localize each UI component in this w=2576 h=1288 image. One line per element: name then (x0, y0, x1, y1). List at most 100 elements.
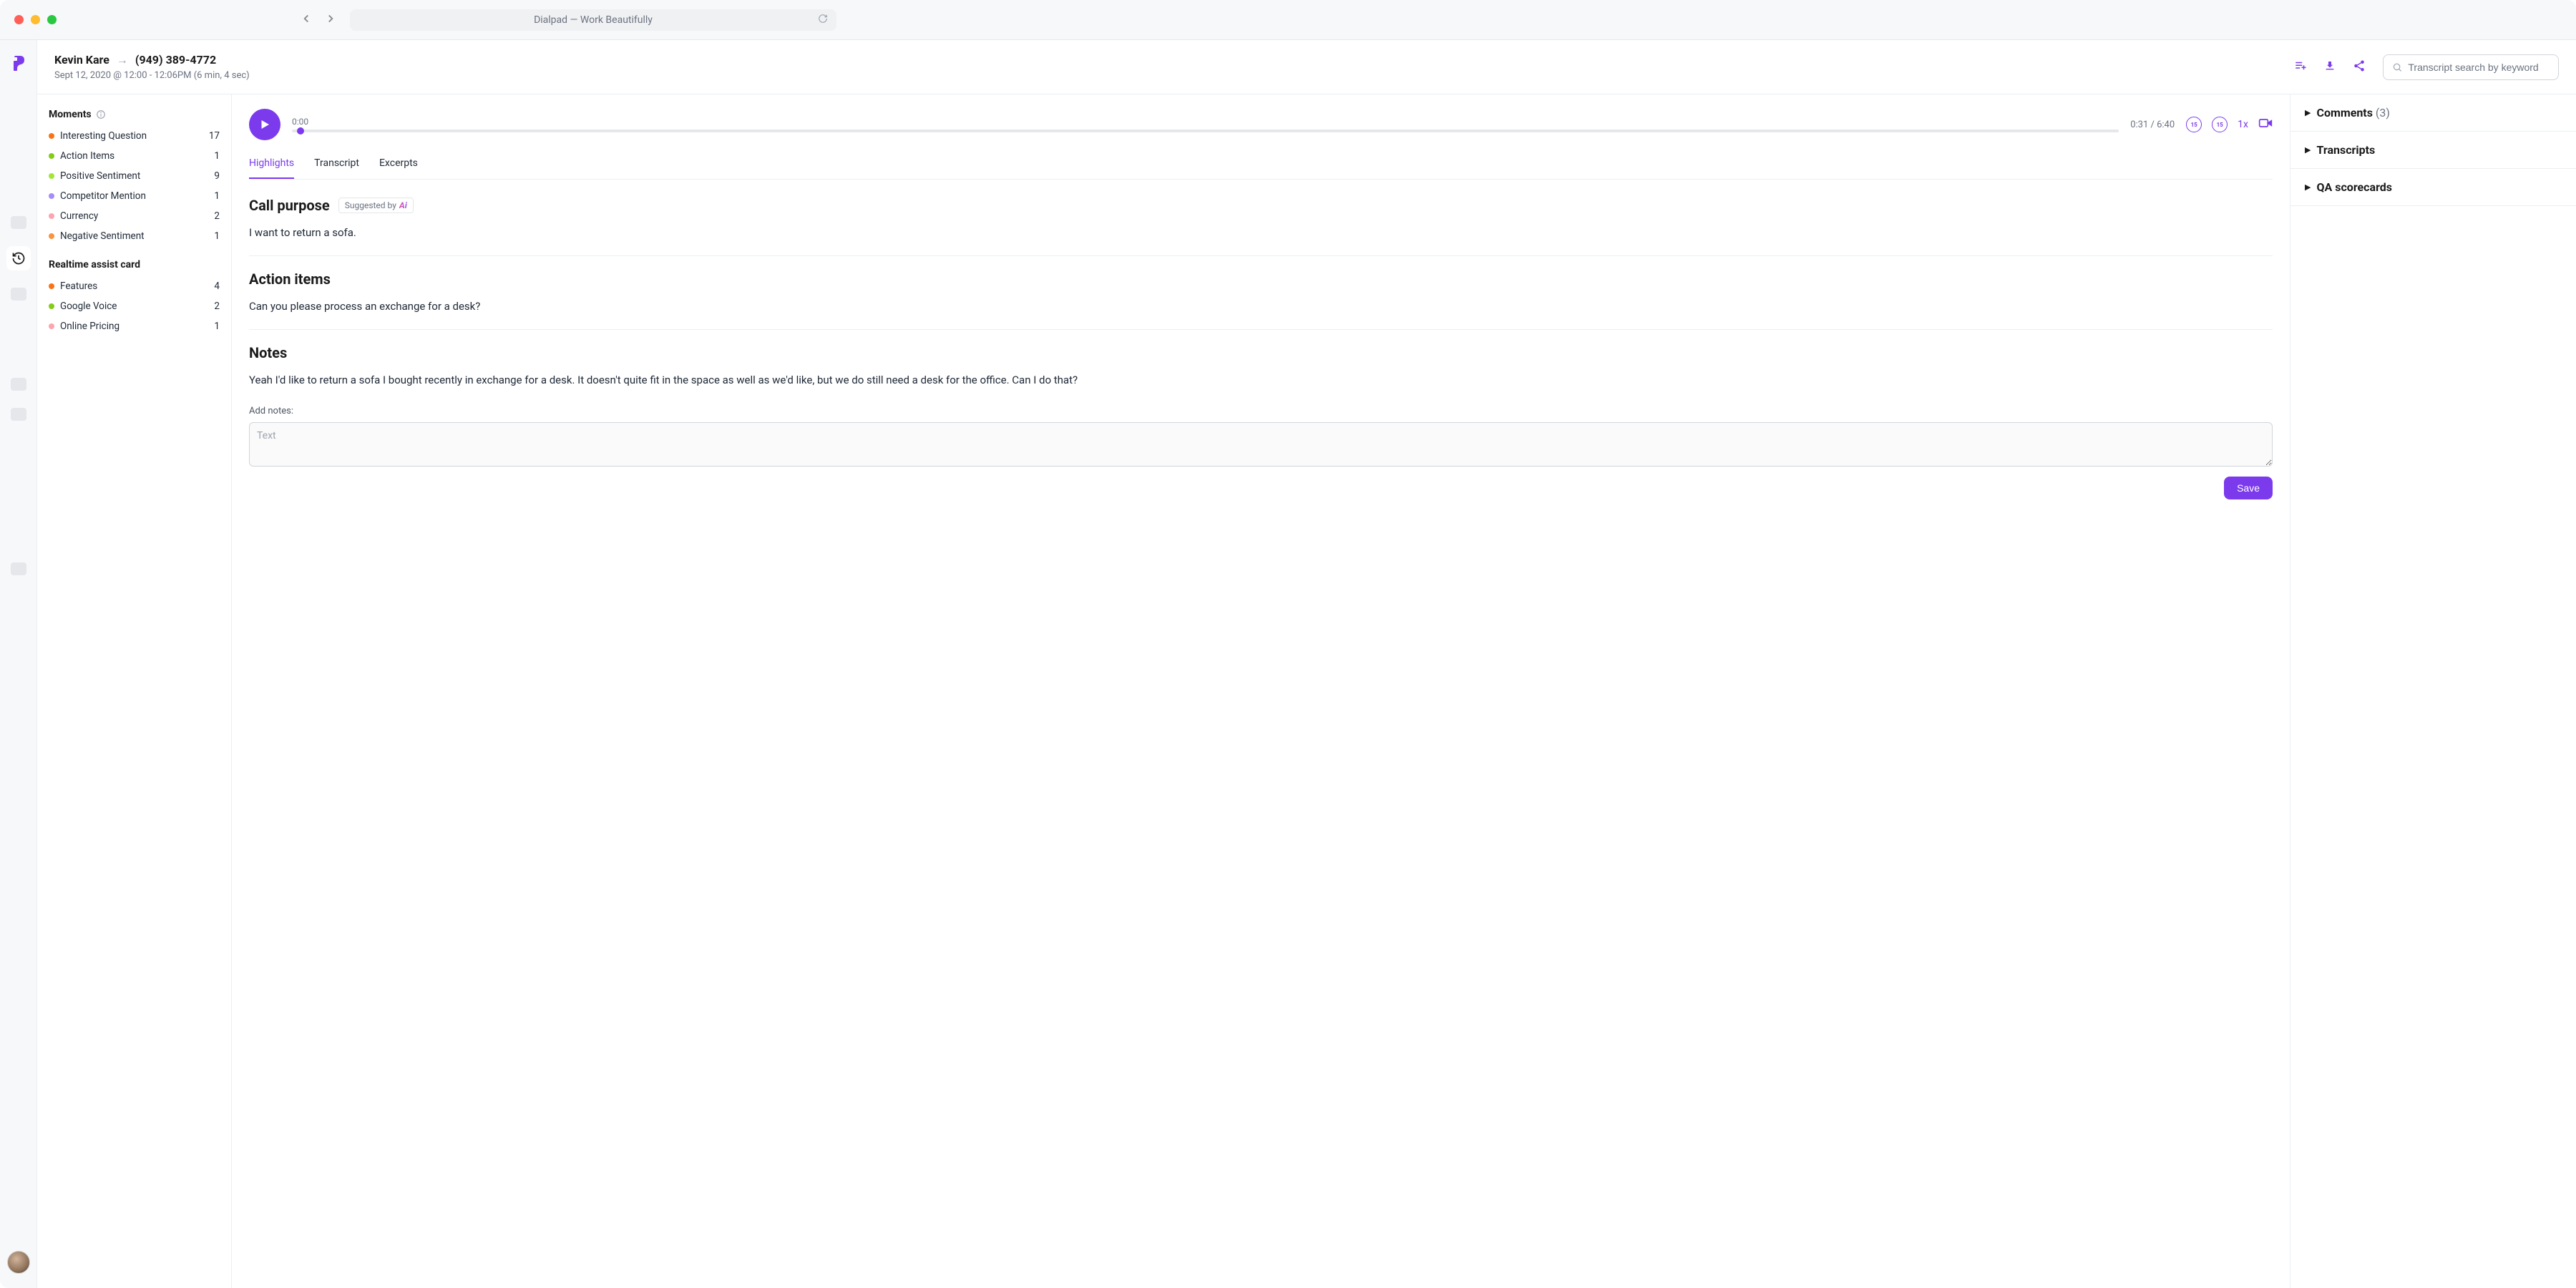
suggested-by-ai-badge: Suggested by Ai (338, 197, 414, 213)
share-icon[interactable] (2353, 59, 2366, 75)
nav-item-placeholder[interactable] (11, 378, 26, 391)
save-button[interactable]: Save (2224, 477, 2273, 499)
add-notes-label: Add notes: (249, 406, 2273, 416)
transcript-search[interactable] (2383, 54, 2559, 80)
notes-heading: Notes (249, 344, 287, 361)
caller-name: Kevin Kare (54, 53, 109, 67)
chevron-right-icon: ▶ (2305, 145, 2311, 155)
skip-back-button[interactable]: 15 (2186, 117, 2202, 132)
tab-excerpts[interactable]: Excerpts (379, 157, 418, 179)
play-button[interactable] (249, 109, 280, 140)
chevron-right-icon: ▶ (2305, 182, 2311, 192)
right-sidebar: ▶ Comments (3) ▶ Transcripts ▶ QA scorec… (2290, 94, 2576, 1288)
window-close-button[interactable] (14, 15, 24, 24)
moment-count: 1 (214, 190, 220, 202)
current-time: 0:00 (292, 117, 2119, 127)
notes-text: Yeah I'd like to return a sofa I bought … (249, 371, 2273, 389)
search-icon (2392, 62, 2402, 73)
back-button[interactable] (300, 12, 313, 28)
moments-sidebar: Moments Interesting Question 17 Action Ite… (37, 94, 232, 1288)
progress-bar[interactable] (292, 130, 2119, 132)
notes-textarea[interactable] (249, 422, 2273, 467)
reload-icon[interactable] (818, 14, 828, 26)
action-items-text: Can you please process an exchange for a… (249, 298, 2273, 315)
arrow-right-icon: → (117, 53, 128, 67)
transcripts-accordion[interactable]: ▶ Transcripts (2290, 132, 2576, 169)
tab-transcript[interactable]: Transcript (314, 157, 359, 179)
info-icon[interactable] (96, 109, 106, 119)
bullet-icon (49, 213, 54, 219)
search-input[interactable] (2408, 62, 2550, 73)
progress-thumb[interactable] (297, 127, 304, 135)
playlist-add-icon[interactable] (2294, 59, 2307, 75)
moment-label: Features (60, 280, 97, 292)
window-minimize-button[interactable] (31, 15, 40, 24)
action-items-heading: Action items (249, 270, 331, 288)
recipient-number: (949) 389-4772 (135, 53, 216, 67)
video-icon[interactable] (2258, 116, 2273, 133)
assist-item[interactable]: Features 4 (49, 280, 220, 292)
nav-item-placeholder[interactable] (11, 562, 26, 575)
assist-item[interactable]: Google Voice 2 (49, 301, 220, 312)
bullet-icon (49, 233, 54, 239)
moment-count: 9 (214, 170, 220, 182)
bullet-icon (49, 153, 54, 159)
assist-item[interactable]: Online Pricing 1 (49, 321, 220, 332)
playback-speed[interactable]: 1x (2238, 119, 2248, 130)
content-tabs: Highlights Transcript Excerpts (249, 157, 2273, 180)
moments-heading: Moments (49, 109, 92, 120)
moment-item[interactable]: Currency2 (49, 210, 220, 222)
moment-count: 1 (214, 150, 220, 162)
nav-item-placeholder[interactable] (11, 216, 26, 229)
bullet-icon (49, 283, 54, 289)
nav-item-placeholder[interactable] (11, 408, 26, 421)
moment-item[interactable]: Negative Sentiment 1 (49, 230, 220, 242)
moment-item[interactable]: Interesting Question 17 (49, 130, 220, 142)
call-purpose-text: I want to return a sofa. (249, 224, 2273, 241)
moment-count: 17 (209, 130, 220, 142)
moment-label: Negative Sentiment (60, 230, 145, 242)
moment-count: 2 (214, 210, 220, 222)
moment-label: Interesting Question (60, 130, 147, 142)
audio-player: 0:00 0:31 / 6:40 15 15 1x (249, 109, 2273, 140)
moment-label: Google Voice (60, 301, 117, 312)
moment-label: Online Pricing (60, 321, 119, 332)
qa-scorecards-accordion[interactable]: ▶ QA scorecards (2290, 169, 2576, 206)
bullet-icon (49, 133, 54, 139)
bullet-icon (49, 323, 54, 329)
moment-count: 1 (214, 230, 220, 242)
nav-item-placeholder[interactable] (11, 288, 26, 301)
assist-heading: Realtime assist card (49, 259, 140, 270)
moment-item[interactable]: Action Items 1 (49, 150, 220, 162)
call-purpose-heading: Call purpose (249, 197, 330, 214)
moment-count: 1 (214, 321, 220, 332)
page-title: Dialpad — Work Beautifully (534, 14, 653, 26)
download-icon[interactable] (2324, 60, 2336, 74)
moment-count: 4 (214, 280, 220, 292)
comments-accordion[interactable]: ▶ Comments (3) (2290, 94, 2576, 132)
elapsed-total-time: 0:31 / 6:40 (2130, 119, 2175, 130)
window-fullscreen-button[interactable] (47, 15, 57, 24)
nav-item-history[interactable] (6, 246, 31, 270)
bullet-icon (49, 193, 54, 199)
bullet-icon (49, 303, 54, 309)
moment-count: 2 (214, 301, 220, 312)
moment-label: Action Items (60, 150, 114, 162)
address-bar[interactable]: Dialpad — Work Beautifully (350, 9, 836, 31)
dialpad-logo-icon[interactable] (10, 54, 27, 74)
moment-label: Competitor Mention (60, 190, 146, 202)
call-timestamp: Sept 12, 2020 @ 12:00 - 12:06PM (6 min, … (54, 70, 250, 81)
forward-button[interactable] (324, 12, 337, 28)
moment-item[interactable]: Positive Sentiment 9 (49, 170, 220, 182)
call-header: Kevin Kare → (949) 389-4772 Sept 12, 202… (37, 40, 2576, 94)
skip-forward-button[interactable]: 15 (2212, 117, 2228, 132)
chevron-right-icon: ▶ (2305, 108, 2311, 117)
center-pane: 0:00 0:31 / 6:40 15 15 1x (232, 94, 2290, 1288)
history-icon (11, 251, 26, 265)
tab-highlights[interactable]: Highlights (249, 157, 294, 179)
bullet-icon (49, 173, 54, 179)
nav-rail (0, 40, 37, 1288)
user-avatar[interactable] (7, 1251, 30, 1274)
moment-label: Positive Sentiment (60, 170, 140, 182)
moment-item[interactable]: Competitor Mention 1 (49, 190, 220, 202)
